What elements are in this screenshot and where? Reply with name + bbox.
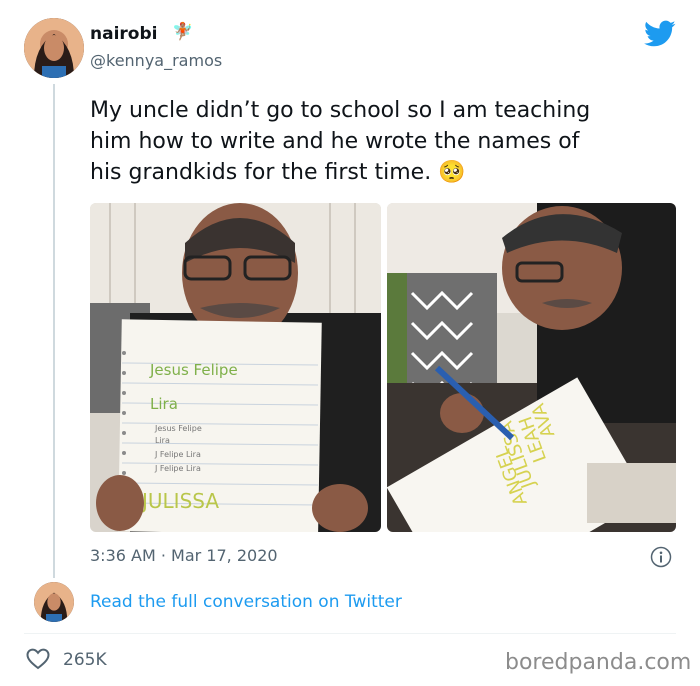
tweet-timestamp[interactable]: 3:36 AM · Mar 17, 2020 xyxy=(90,546,278,565)
footer-divider xyxy=(24,633,676,634)
tweet-text: My uncle didn’t go to school so I am tea… xyxy=(90,95,690,188)
notebook-text-6: J Felipe Lira xyxy=(154,464,201,473)
notebook-text-1: Jesus Felipe xyxy=(149,361,238,379)
tweet-time: 3:36 AM xyxy=(90,546,156,565)
like-count[interactable]: 265K xyxy=(63,650,107,670)
photo-right-illustration: JULISSA LEAH AVA ANGEL xyxy=(387,203,676,532)
info-icon[interactable] xyxy=(650,546,672,568)
twitter-bird-icon[interactable] xyxy=(644,20,676,48)
heart-icon[interactable] xyxy=(26,648,50,670)
tweet-line-1: My uncle didn’t go to school so I am tea… xyxy=(90,98,591,123)
photo-left-illustration: Jesus Felipe Lira Jesus Felipe Lira J Fe… xyxy=(90,203,381,532)
timestamp-separator: · xyxy=(160,546,166,565)
tweet-line-3: his grandkids for the first time. 🥺 xyxy=(90,160,466,185)
thread-line xyxy=(53,84,55,578)
read-full-conversation-link[interactable]: Read the full conversation on Twitter xyxy=(90,592,402,612)
author-handle[interactable]: @kennya_ramos xyxy=(90,51,222,70)
reply-avatar[interactable] xyxy=(34,582,74,622)
author-avatar[interactable] xyxy=(24,18,84,78)
pleading-face-emoji: 🥺 xyxy=(438,160,466,185)
author-name[interactable]: nairobi xyxy=(90,24,157,44)
notebook-text-4: Lira xyxy=(155,436,170,445)
notebook-text-3: Jesus Felipe xyxy=(154,424,202,433)
tweet-line-2: him how to write and he wrote the names … xyxy=(90,129,580,154)
tweet-date: Mar 17, 2020 xyxy=(171,546,278,565)
notebook-text-7: JULISSA xyxy=(140,489,219,513)
tweet-photo-right[interactable]: JULISSA LEAH AVA ANGEL xyxy=(387,203,676,532)
notebook-text-5: J Felipe Lira xyxy=(154,450,201,459)
author-badge-emoji: 🧚🏽 xyxy=(172,22,194,42)
boredpanda-watermark: boredpanda.com xyxy=(505,650,692,675)
notebook-text-2: Lira xyxy=(150,395,178,413)
tweet-photo-left[interactable]: Jesus Felipe Lira Jesus Felipe Lira J Fe… xyxy=(90,203,381,532)
